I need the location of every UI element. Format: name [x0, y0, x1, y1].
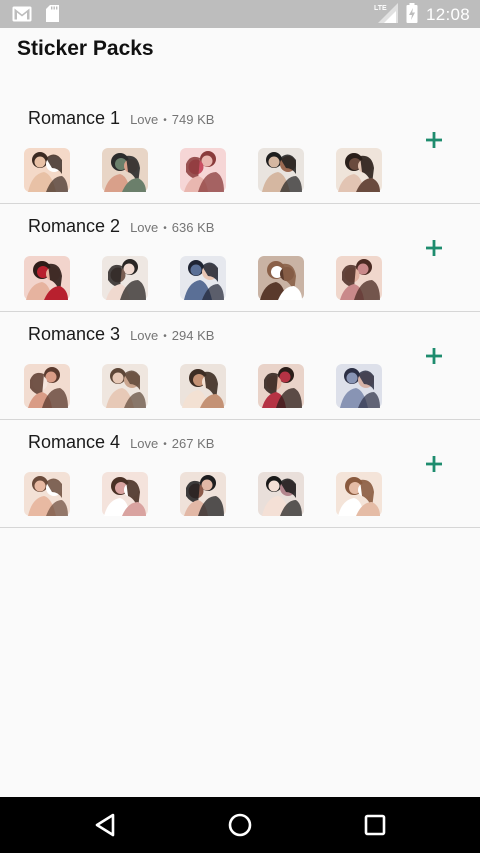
status-time: 12:08: [425, 5, 470, 24]
sticker-preview-strip: [22, 252, 412, 302]
sticker-thumbnail: [178, 144, 228, 194]
pack-header: Romance 3 Love • 294 KB: [28, 324, 214, 345]
pack-publisher: Love: [130, 220, 159, 235]
status-bar: LTE 12:08: [0, 0, 480, 28]
pack-publisher: Love: [130, 328, 159, 343]
sticker-thumbnail: [178, 468, 228, 518]
sticker-thumbnail: [256, 360, 306, 410]
separator-dot-icon: •: [163, 439, 167, 450]
lte-signal-icon: LTE: [374, 3, 398, 27]
sticker-thumbnail: [22, 360, 72, 410]
sticker-pack-row[interactable]: Romance 4 Love • 267 KB: [0, 420, 480, 528]
add-pack-button[interactable]: [420, 450, 448, 478]
plus-icon: [426, 456, 442, 472]
page-title: Sticker Packs: [17, 37, 154, 60]
home-icon[interactable]: [226, 811, 254, 839]
sticker-thumbnail: [334, 144, 384, 194]
sticker-thumbnail: [22, 468, 72, 518]
plus-icon: [426, 240, 442, 256]
add-pack-button[interactable]: [420, 234, 448, 262]
sticker-thumbnail: [100, 252, 150, 302]
sticker-thumbnail: [178, 360, 228, 410]
pack-header: Romance 4 Love • 267 KB: [28, 432, 214, 453]
sticker-thumbnail: [334, 360, 384, 410]
plus-icon: [426, 348, 442, 364]
pack-size: 294 KB: [171, 328, 215, 343]
pack-header: Romance 2 Love • 636 KB: [28, 216, 214, 237]
sticker-pack-row[interactable]: Romance 1 Love • 749 KB: [0, 96, 480, 204]
pack-size: 267 KB: [171, 436, 215, 451]
sticker-thumbnail: [22, 252, 72, 302]
sticker-thumbnail: [334, 468, 384, 518]
pack-meta: Love • 294 KB: [130, 328, 214, 343]
separator-dot-icon: •: [163, 331, 167, 342]
sticker-pack-row[interactable]: Romance 2 Love • 636 KB: [0, 204, 480, 312]
pack-publisher: Love: [130, 436, 159, 451]
lte-label: LTE: [374, 5, 387, 12]
pack-name: Romance 3: [28, 324, 121, 344]
add-pack-button[interactable]: [420, 126, 448, 154]
status-right-icons: LTE 12:08: [374, 3, 470, 27]
pack-size: 636 KB: [171, 220, 215, 235]
sticker-thumbnail: [100, 468, 150, 518]
status-left-icons: [12, 5, 59, 26]
navigation-bar: [0, 797, 480, 853]
sticker-thumbnail: [100, 360, 150, 410]
pack-publisher: Love: [130, 112, 159, 127]
sticker-thumbnail: [256, 468, 306, 518]
sticker-thumbnail: [22, 144, 72, 194]
recents-icon[interactable]: [361, 811, 389, 839]
sd-card-icon: [46, 5, 59, 26]
add-pack-button[interactable]: [420, 342, 448, 370]
battery-charging-icon: [406, 3, 418, 27]
pack-name: Romance 4: [28, 432, 121, 452]
sticker-thumbnail: [178, 252, 228, 302]
sticker-thumbnail: [256, 144, 306, 194]
pack-size: 749 KB: [171, 112, 215, 127]
sticker-thumbnail: [256, 252, 306, 302]
pack-name: Romance 1: [28, 108, 121, 128]
sticker-pack-list: Romance 1 Love • 749 KB Romance 2 Love • 636 KB…: [0, 96, 480, 528]
sticker-thumbnail: [100, 144, 150, 194]
separator-dot-icon: •: [163, 223, 167, 234]
sticker-pack-row[interactable]: Romance 3 Love • 294 KB: [0, 312, 480, 420]
pack-name: Romance 2: [28, 216, 121, 236]
sticker-preview-strip: [22, 360, 412, 410]
pack-meta: Love • 267 KB: [130, 436, 214, 451]
sticker-preview-strip: [22, 144, 412, 194]
pack-meta: Love • 636 KB: [130, 220, 214, 235]
app-bar: Sticker Packs: [0, 28, 480, 84]
back-icon[interactable]: [91, 811, 119, 839]
pack-meta: Love • 749 KB: [130, 112, 214, 127]
sticker-thumbnail: [334, 252, 384, 302]
plus-icon: [426, 132, 442, 148]
gmail-icon: [12, 6, 32, 26]
separator-dot-icon: •: [163, 115, 167, 126]
pack-header: Romance 1 Love • 749 KB: [28, 108, 214, 129]
sticker-preview-strip: [22, 468, 412, 518]
